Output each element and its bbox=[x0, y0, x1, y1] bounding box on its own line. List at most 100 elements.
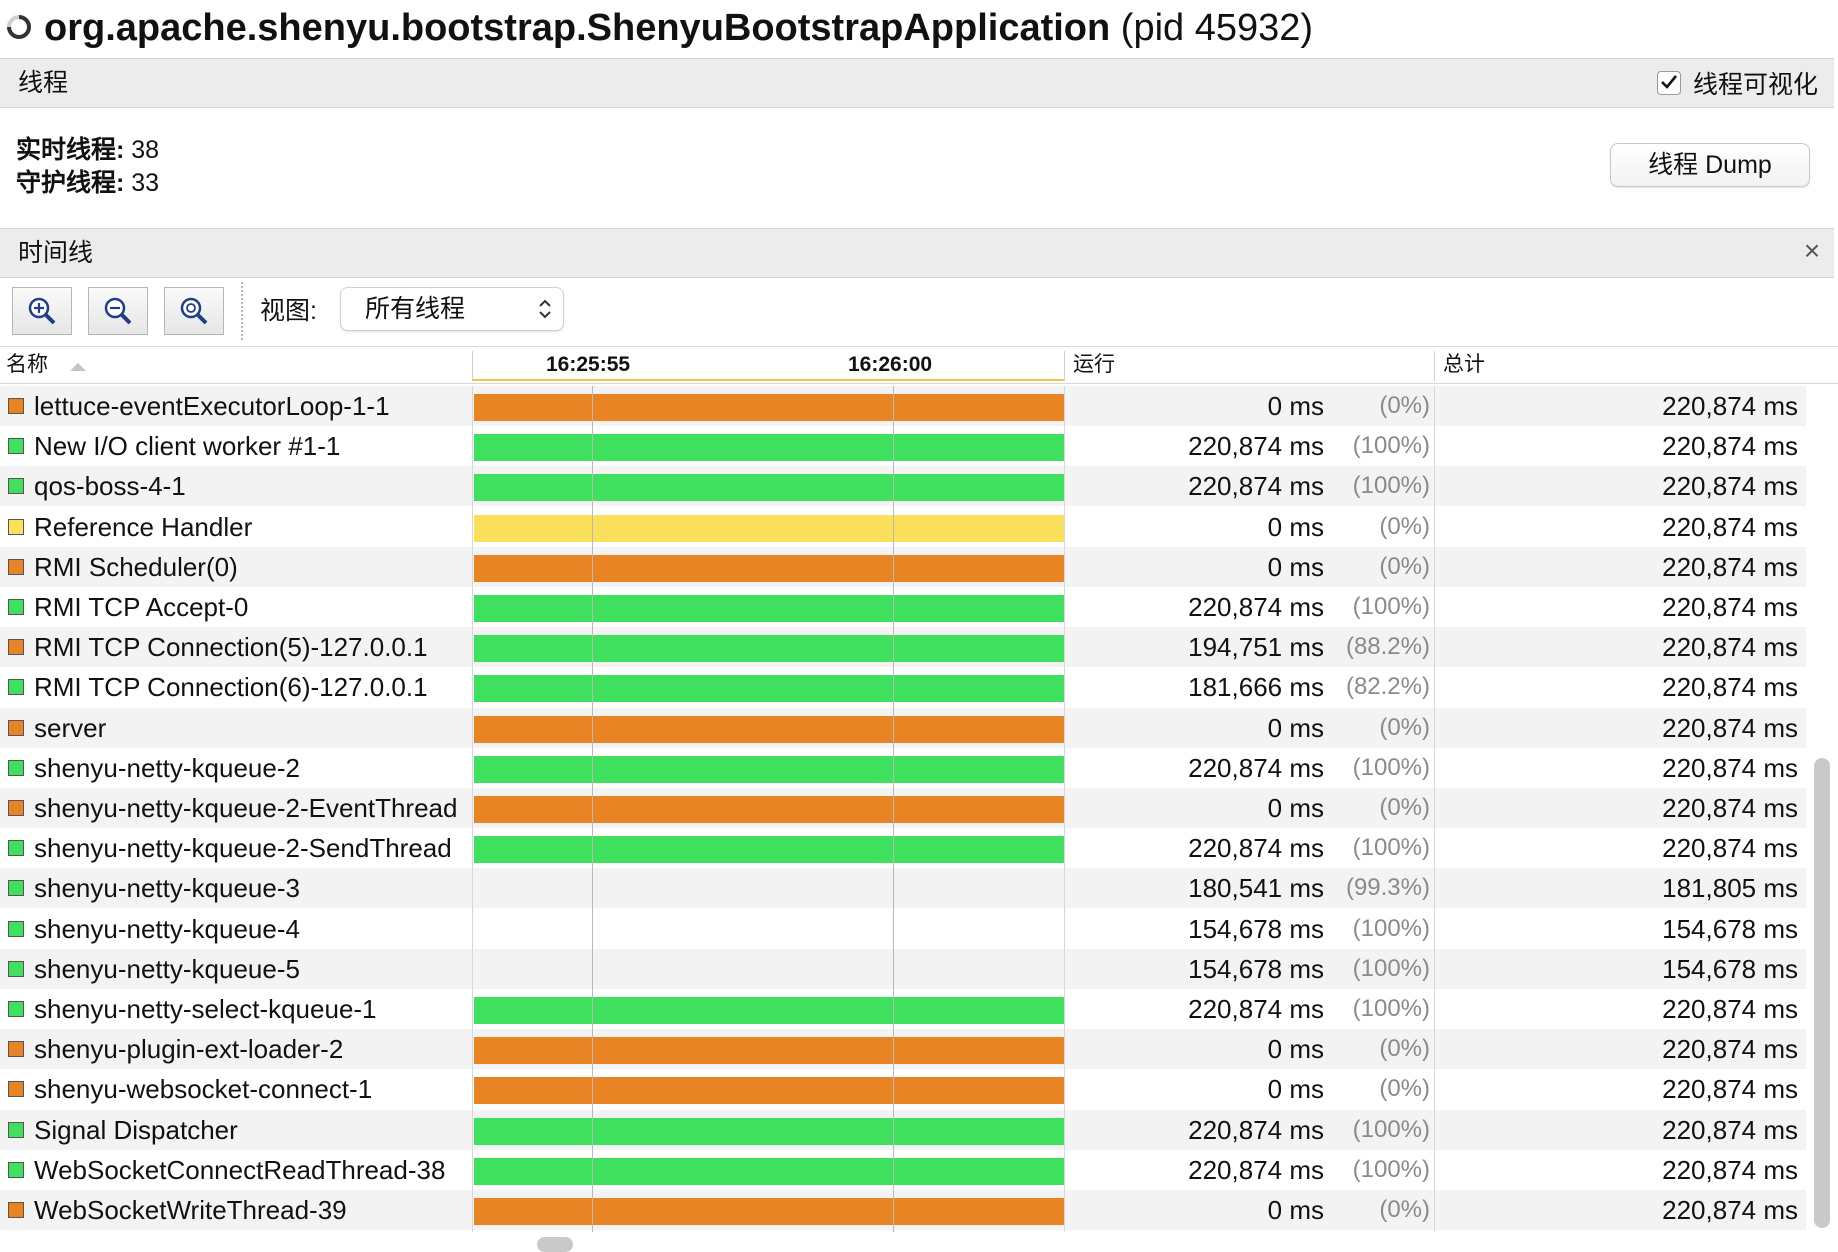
running-percent: (99.3%) bbox=[1345, 874, 1430, 901]
checkmark-icon bbox=[1661, 75, 1677, 89]
table-row[interactable]: Reference Handler 0 ms (0%) 220,874 ms bbox=[0, 507, 1806, 547]
total-time: 220,874 ms bbox=[1662, 1074, 1798, 1104]
table-row[interactable]: WebSocketConnectReadThread-38 220,874 ms (… bbox=[0, 1150, 1806, 1190]
thread-state-icon bbox=[8, 559, 24, 575]
running-time: 180,541 ms bbox=[1188, 873, 1324, 903]
column-header-running[interactable]: 运行 bbox=[1073, 347, 1115, 383]
running-time: 220,874 ms bbox=[1188, 592, 1324, 622]
thread-timeline-bar bbox=[474, 1158, 1064, 1185]
loading-spinner-icon bbox=[6, 14, 32, 40]
table-row[interactable]: shenyu-netty-kqueue-2-EventThread 0 ms (0%… bbox=[0, 788, 1806, 828]
total-time: 220,874 ms bbox=[1662, 512, 1798, 542]
thread-dump-button[interactable]: 线程 Dump bbox=[1610, 143, 1810, 187]
thread-state-icon bbox=[8, 800, 24, 816]
threads-section-header: 线程 线程可视化 bbox=[0, 58, 1834, 108]
total-time: 220,874 ms bbox=[1662, 431, 1798, 461]
app-title: org.apache.shenyu.bootstrap.ShenyuBootst… bbox=[44, 4, 1313, 52]
table-row[interactable]: RMI TCP Connection(5)-127.0.0.1 194,751 m… bbox=[0, 627, 1806, 667]
thread-timeline-bar bbox=[474, 1198, 1064, 1225]
thread-state-icon bbox=[8, 1162, 24, 1178]
table-row[interactable]: shenyu-netty-kqueue-2 220,874 ms (100%) 220… bbox=[0, 748, 1806, 788]
running-time: 0 ms bbox=[1267, 552, 1324, 582]
column-header-name[interactable]: 名称 bbox=[6, 347, 48, 383]
zoom-fit-button[interactable] bbox=[164, 287, 224, 335]
timeline-horizontal-scrollbar-thumb[interactable] bbox=[537, 1237, 573, 1252]
thread-timeline-bar bbox=[474, 1077, 1064, 1104]
timeline-tick-2: 16:26:00 bbox=[848, 353, 933, 376]
thread-state-icon bbox=[8, 1001, 24, 1017]
app-name: org.apache.shenyu.bootstrap.ShenyuBootst… bbox=[44, 7, 1111, 49]
running-percent: (0%) bbox=[1379, 553, 1430, 580]
table-row[interactable]: qos-boss-4-1 220,874 ms (100%) 220,874 ms bbox=[0, 466, 1806, 506]
thread-name: WebSocketConnectReadThread-38 bbox=[34, 1155, 446, 1185]
running-time: 154,678 ms bbox=[1188, 914, 1324, 944]
running-percent: (0%) bbox=[1379, 1196, 1430, 1223]
table-row[interactable]: Signal Dispatcher 220,874 ms (100%) 220,874… bbox=[0, 1110, 1806, 1150]
running-time: 0 ms bbox=[1267, 1074, 1324, 1104]
running-percent: (100%) bbox=[1352, 472, 1430, 499]
table-row[interactable]: shenyu-netty-kqueue-3 180,541 ms (99.3%) 18… bbox=[0, 868, 1806, 908]
vertical-scrollbar-thumb[interactable] bbox=[1814, 758, 1830, 1228]
thread-state-icon bbox=[8, 921, 24, 937]
header-separator bbox=[1064, 351, 1065, 381]
thread-table-body: lettuce-eventExecutorLoop-1-1 0 ms (0%) 220… bbox=[0, 386, 1806, 1232]
table-row[interactable]: shenyu-netty-kqueue-4 154,678 ms (100%) 154… bbox=[0, 909, 1806, 949]
running-percent: (0%) bbox=[1379, 1035, 1430, 1062]
table-row[interactable]: RMI TCP Connection(6)-127.0.0.1 181,666 m… bbox=[0, 667, 1806, 707]
total-time: 220,874 ms bbox=[1662, 1195, 1798, 1225]
visualize-checkbox[interactable] bbox=[1656, 71, 1681, 95]
visualize-label: 线程可视化 bbox=[1692, 71, 1818, 99]
running-time: 220,874 ms bbox=[1188, 1115, 1324, 1145]
running-percent: (100%) bbox=[1352, 955, 1430, 982]
thread-name: WebSocketWriteThread-39 bbox=[34, 1195, 347, 1225]
zoom-in-button[interactable] bbox=[12, 287, 72, 335]
table-row[interactable]: RMI TCP Accept-0 220,874 ms (100%) 220,874 … bbox=[0, 587, 1806, 627]
visualize-threads-toggle[interactable]: 线程可视化 bbox=[1656, 59, 1818, 107]
zoom-out-button[interactable] bbox=[88, 287, 148, 335]
thread-state-icon bbox=[8, 720, 24, 736]
thread-name: RMI TCP Accept-0 bbox=[34, 592, 249, 622]
thread-state-icon bbox=[8, 880, 24, 896]
table-row[interactable]: shenyu-websocket-connect-1 0 ms (0%) 220,87… bbox=[0, 1069, 1806, 1109]
column-separator bbox=[1434, 386, 1435, 1232]
table-row[interactable]: shenyu-netty-select-kqueue-1 220,874 ms (1… bbox=[0, 989, 1806, 1029]
running-percent: (100%) bbox=[1352, 915, 1430, 942]
running-percent: (100%) bbox=[1352, 1116, 1430, 1143]
thread-timeline-bar bbox=[474, 635, 1064, 662]
sort-ascending-icon[interactable] bbox=[68, 360, 88, 378]
thread-state-icon bbox=[8, 519, 24, 535]
running-time: 220,874 ms bbox=[1188, 431, 1324, 461]
column-separator bbox=[472, 386, 473, 1232]
table-row[interactable]: RMI Scheduler(0) 0 ms (0%) 220,874 ms bbox=[0, 547, 1806, 587]
running-time: 181,666 ms bbox=[1188, 672, 1324, 702]
zoom-in-icon bbox=[28, 297, 56, 325]
view-select[interactable]: 所有线程 bbox=[340, 287, 564, 331]
running-percent: (0%) bbox=[1379, 794, 1430, 821]
view-select-value: 所有线程 bbox=[365, 295, 466, 323]
running-time: 0 ms bbox=[1267, 1034, 1324, 1064]
table-row[interactable]: WebSocketWriteThread-39 0 ms (0%) 220,874 m… bbox=[0, 1190, 1806, 1230]
total-time: 220,874 ms bbox=[1662, 471, 1798, 501]
thread-name: shenyu-netty-kqueue-5 bbox=[34, 954, 300, 984]
running-time: 0 ms bbox=[1267, 391, 1324, 421]
running-percent: (0%) bbox=[1379, 392, 1430, 419]
thread-name: RMI TCP Connection(6)-127.0.0.1 bbox=[34, 672, 428, 702]
close-icon[interactable]: × bbox=[1800, 237, 1824, 265]
total-time: 220,874 ms bbox=[1662, 753, 1798, 783]
table-row[interactable]: server 0 ms (0%) 220,874 ms bbox=[0, 708, 1806, 748]
table-row[interactable]: New I/O client worker #1-1 220,874 ms (100… bbox=[0, 426, 1806, 466]
thread-timeline-bar bbox=[474, 595, 1064, 622]
header-separator bbox=[472, 351, 473, 381]
column-header-total[interactable]: 总计 bbox=[1443, 347, 1485, 383]
thread-state-icon bbox=[8, 1122, 24, 1138]
table-row[interactable]: lettuce-eventExecutorLoop-1-1 0 ms (0%) 220… bbox=[0, 386, 1806, 426]
thread-state-icon bbox=[8, 599, 24, 615]
total-time: 220,874 ms bbox=[1662, 713, 1798, 743]
thread-timeline-bar bbox=[474, 434, 1064, 461]
table-row[interactable]: shenyu-plugin-ext-loader-2 0 ms (0%) 220,87… bbox=[0, 1029, 1806, 1069]
total-time: 220,874 ms bbox=[1662, 793, 1798, 823]
thread-timeline-bar bbox=[474, 716, 1064, 743]
table-row[interactable]: shenyu-netty-kqueue-2-SendThread 220,874 … bbox=[0, 828, 1806, 868]
table-row[interactable]: shenyu-netty-kqueue-5 154,678 ms (100%) 154… bbox=[0, 949, 1806, 989]
thread-name: shenyu-netty-kqueue-4 bbox=[34, 914, 300, 944]
